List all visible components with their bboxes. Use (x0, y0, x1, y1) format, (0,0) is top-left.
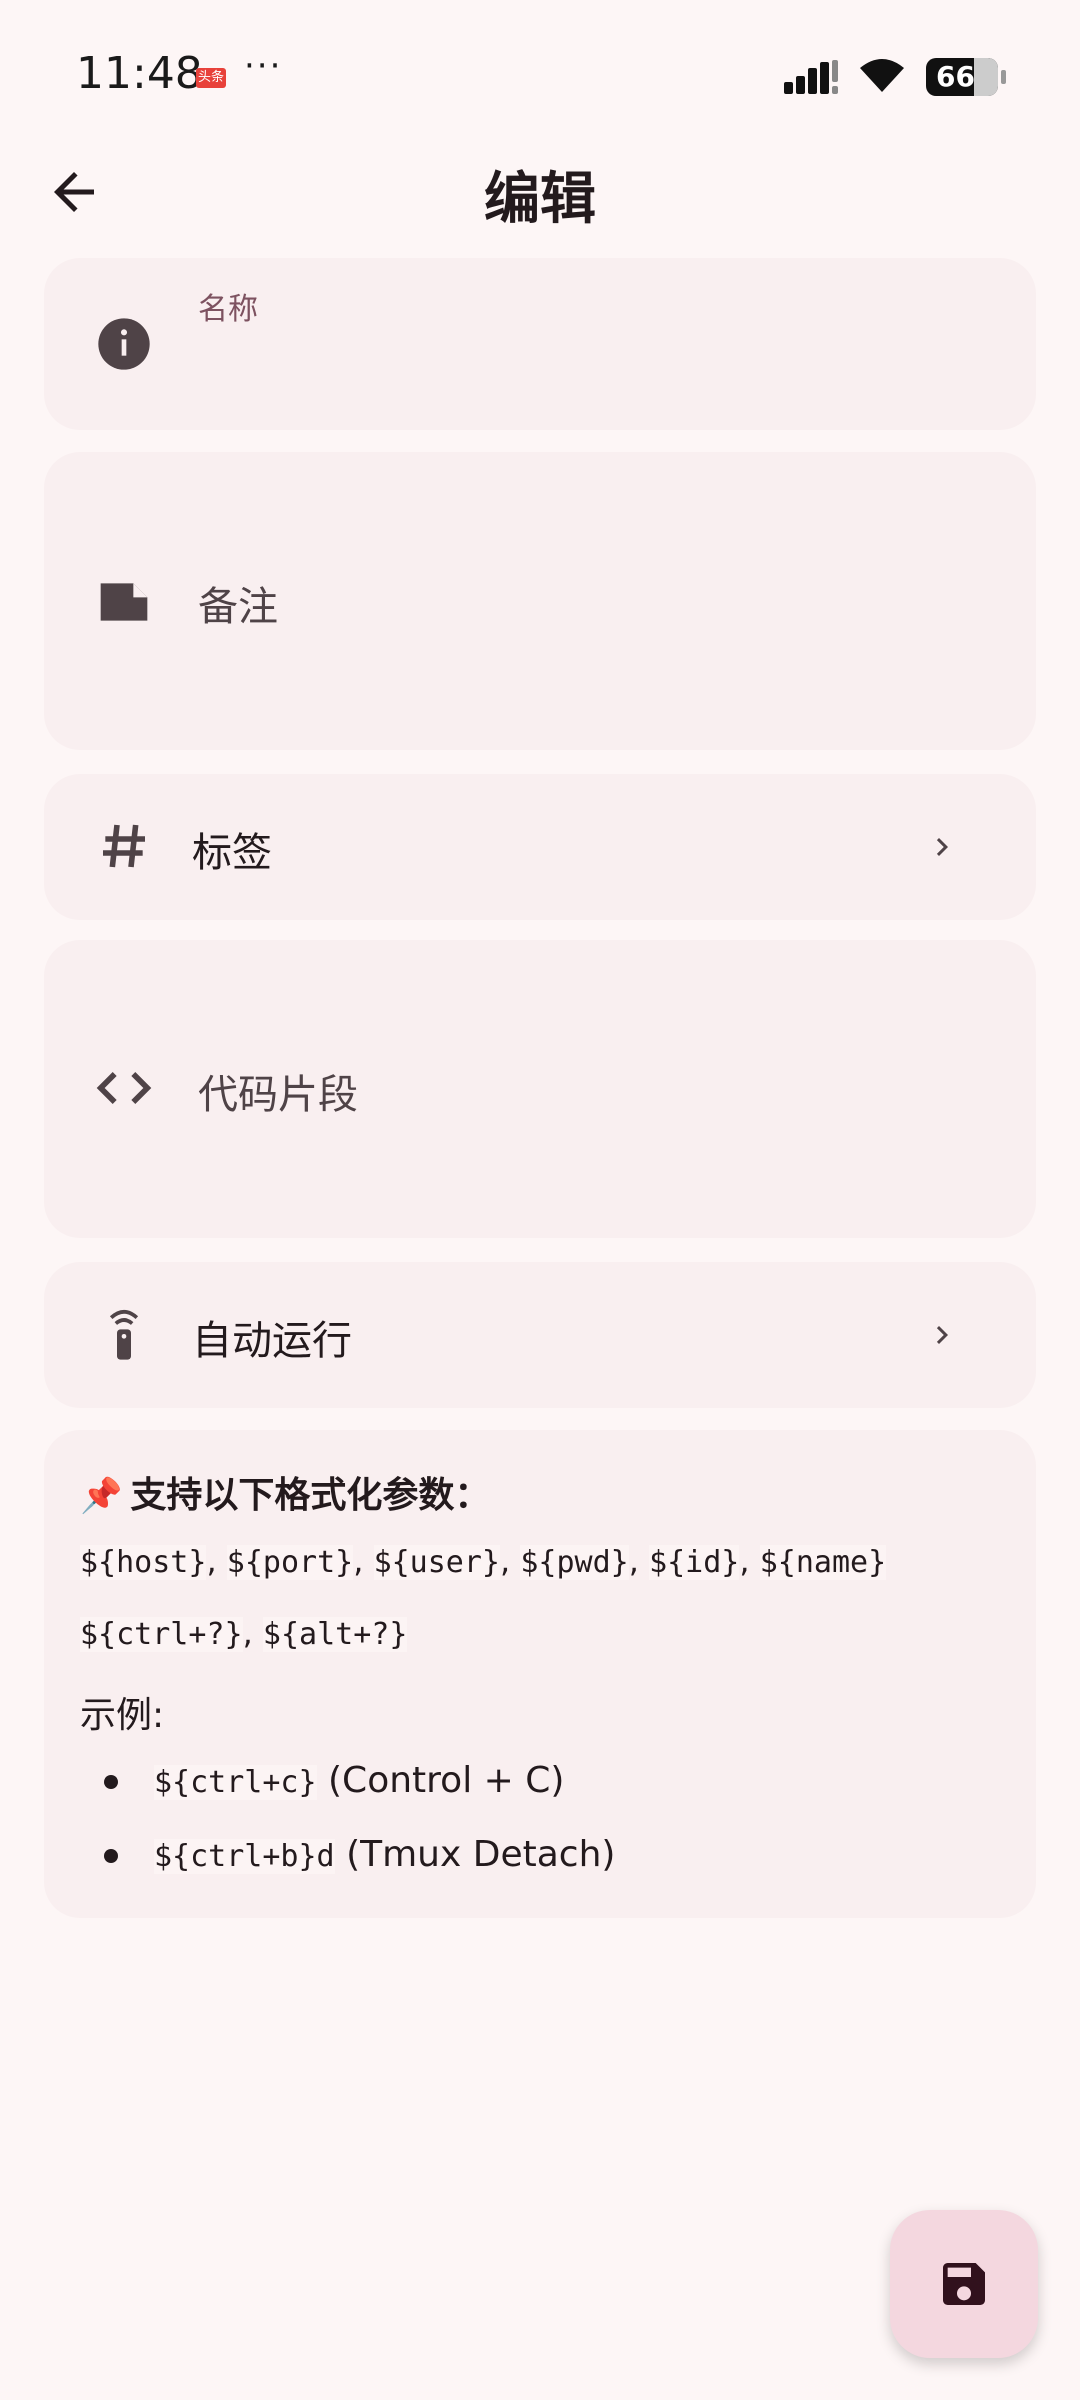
chevron-right-icon (936, 838, 948, 856)
battery-icon: 66 (926, 58, 1006, 96)
example-item: ${ctrl+c} (Control + C) (104, 1760, 564, 1801)
remote-icon (96, 1306, 152, 1362)
hash-icon (96, 818, 152, 874)
info-heading: 📌 支持以下格式化参数： (80, 1466, 490, 1518)
param-ctrl: ${ctrl+?} (80, 1617, 243, 1652)
example-code: ${ctrl+c} (154, 1765, 317, 1800)
page-title: 编辑 (484, 167, 596, 232)
param-id: ${id} (649, 1545, 740, 1580)
save-icon (943, 2263, 985, 2305)
example-item: ${ctrl+b}d (Tmux Detach) (104, 1834, 615, 1875)
news-app-icon: 头条 (196, 68, 226, 88)
status-more-icon: ··· (244, 46, 283, 86)
info-heading-text: 支持以下格式化参数： (130, 1475, 491, 1516)
note-icon (96, 574, 152, 630)
code-snippet-label: 代码片段 (198, 1072, 358, 1118)
status-time: 11:48 (76, 48, 203, 99)
info-icon (96, 316, 152, 372)
top-app-bar: 编辑 (0, 140, 1080, 240)
example-desc: (Control + C) (328, 1760, 565, 1801)
param-host: ${host} (80, 1545, 207, 1580)
tags-row[interactable]: 标签 (44, 774, 1036, 920)
pin-icon: 📌 (80, 1476, 123, 1516)
format-params-info: 📌 支持以下格式化参数： ${host}, ${port}, ${user}, $… (44, 1430, 1036, 1918)
note-field[interactable]: 备注 (44, 452, 1036, 750)
signal-icon (784, 60, 838, 94)
wifi-icon (860, 59, 904, 92)
param-port: ${port} (226, 1545, 354, 1580)
example-title: 示例: (80, 1695, 165, 1736)
name-field-label: 名称 (198, 292, 258, 327)
example-code: ${ctrl+b}d (154, 1839, 335, 1874)
param-name: ${name} (759, 1545, 887, 1580)
params-line-2: ${ctrl+?}, ${alt+?} (80, 1614, 408, 1652)
example-desc: (Tmux Detach) (346, 1834, 616, 1875)
name-field[interactable]: 名称 (44, 258, 1036, 430)
param-pwd: ${pwd} (520, 1545, 629, 1580)
param-user: ${user} (373, 1545, 500, 1580)
code-icon (96, 1060, 152, 1116)
status-bar: 11:48 头条 ··· 66 (0, 0, 1080, 150)
param-alt: ${alt+?} (262, 1617, 408, 1652)
auto-run-row[interactable]: 自动运行 (44, 1262, 1036, 1408)
save-button[interactable] (890, 2210, 1038, 2358)
note-field-label: 备注 (198, 584, 278, 630)
auto-run-label: 自动运行 (192, 1318, 352, 1364)
battery-level: 66 (936, 60, 975, 93)
tags-label: 标签 (192, 830, 272, 876)
code-snippet-field[interactable]: 代码片段 (44, 940, 1036, 1238)
params-line-1: ${host}, ${port}, ${user}, ${pwd}, ${id}… (80, 1542, 887, 1580)
chevron-right-icon (936, 1326, 948, 1344)
